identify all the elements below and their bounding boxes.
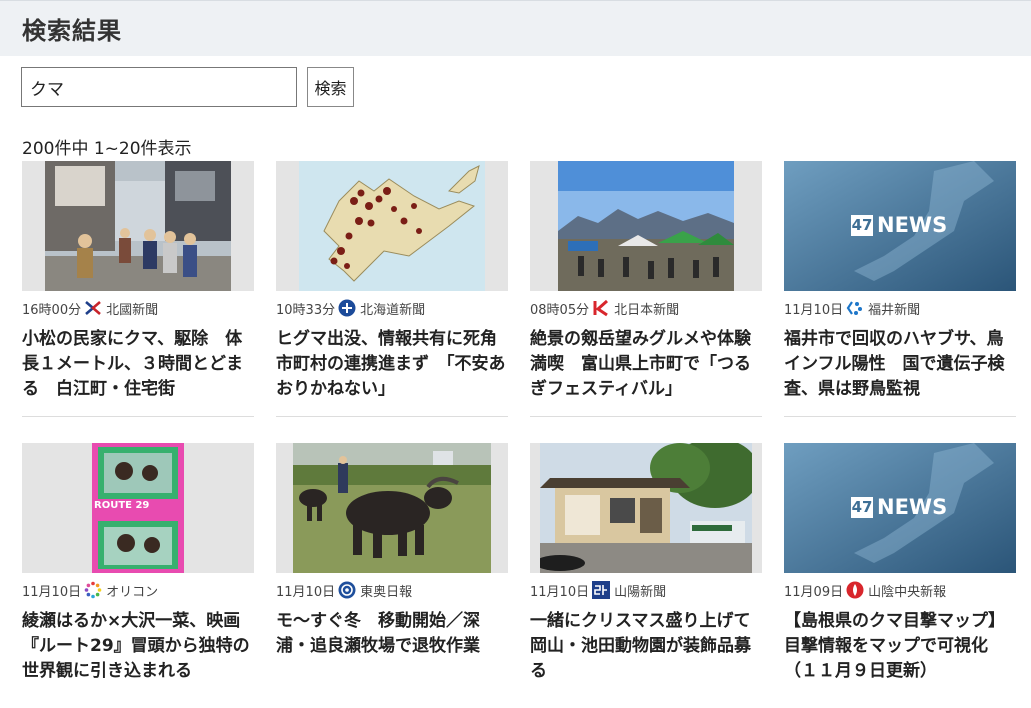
search-button[interactable]: 検索 xyxy=(307,67,354,107)
result-card[interactable]: 47 NEWS 11月09日 山陰中央新報 【島根県のクマ目撃マップ】目撃情報を… xyxy=(784,443,1016,684)
oricon-logo-icon xyxy=(84,581,102,599)
result-time: 16時00分 xyxy=(22,302,82,318)
divider xyxy=(530,416,762,417)
result-meta: 08時05分 北日本新聞 xyxy=(530,297,762,319)
47news-logo-number: 47 xyxy=(851,216,873,234)
search-input[interactable] xyxy=(21,67,297,107)
result-meta: 10時33分 北海道新聞 xyxy=(276,297,508,319)
47news-logo-text: NEWS xyxy=(877,213,948,237)
result-time: 11月10日 xyxy=(784,302,844,318)
hokkoku-logo-icon xyxy=(85,301,101,315)
result-card[interactable]: 10時33分 北海道新聞 ヒグマ出没、情報共有に死角 市町村の連携進まず 「不安… xyxy=(276,161,508,417)
result-card[interactable]: 47 NEWS 11月10日 福井新聞 福井市で回収のハヤブサ、鳥インフル陽性 … xyxy=(784,161,1016,417)
result-card[interactable]: 16時00分 北國新聞 小松の民家にクマ、駆除 体長１メートル、３時間とどまる … xyxy=(22,161,254,417)
result-meta: 11月10日 山陽新聞 xyxy=(530,579,762,601)
result-card[interactable]: 08時05分 北日本新聞 絶景の剱岳望みグルメや体験満喫 富山県上市町で「つるぎ… xyxy=(530,161,762,417)
result-meta: 11月10日 東奥日報 xyxy=(276,579,508,601)
result-thumbnail[interactable] xyxy=(530,443,762,573)
sanyo-shimbun-logo-icon xyxy=(592,581,611,599)
result-meta: 11月10日 オリコン xyxy=(22,579,254,601)
hokkaido-shimbun-logo-icon xyxy=(338,299,356,317)
result-time: 11月10日 xyxy=(276,584,336,600)
result-source: 東奥日報 xyxy=(360,584,413,600)
result-title[interactable]: ヒグマ出没、情報共有に死角 市町村の連携進まず 「不安あおりかねない」 xyxy=(276,327,508,402)
festival-mountains-photo xyxy=(558,161,734,291)
result-title[interactable]: 【島根県のクマ目撃マップ】目撃情報をマップで可視化（１１月９日更新） xyxy=(784,609,1016,684)
divider xyxy=(22,416,254,417)
search-bar: 検索 xyxy=(21,67,354,107)
divider xyxy=(784,416,1016,417)
result-thumbnail[interactable] xyxy=(276,161,508,291)
result-thumbnail[interactable]: 47 NEWS xyxy=(784,443,1016,573)
page-header: 検索結果 xyxy=(0,0,1031,56)
result-time: 11月09日 xyxy=(784,584,844,600)
result-source: 北國新聞 xyxy=(106,302,159,318)
zoo-building-photo xyxy=(540,443,752,573)
result-thumbnail[interactable]: 47 NEWS xyxy=(784,161,1016,291)
street-crowd-photo xyxy=(45,161,231,291)
water-buffalo-photo xyxy=(293,443,491,573)
result-time: 10時33分 xyxy=(276,302,336,318)
result-source: 山陽新聞 xyxy=(614,584,667,600)
toonippo-logo-icon xyxy=(338,581,356,599)
fukui-shimbun-logo-icon xyxy=(846,301,863,315)
result-meta: 16時00分 北國新聞 xyxy=(22,297,254,319)
result-title[interactable]: 小松の民家にクマ、駆除 体長１メートル、３時間とどまる 白江町・住宅街 xyxy=(22,327,254,402)
result-count: 200件中 1~20件表示 xyxy=(22,139,192,159)
result-title[interactable]: モ～すぐ冬 移動開始／深浦・追良瀬牧場で退牧作業 xyxy=(276,609,508,684)
47news-logo-number: 47 xyxy=(851,498,873,516)
results-grid: 16時00分 北國新聞 小松の民家にクマ、駆除 体長１メートル、３時間とどまる … xyxy=(22,161,1018,684)
page-title: 検索結果 xyxy=(22,17,122,45)
result-card[interactable]: 11月10日 東奥日報 モ～すぐ冬 移動開始／深浦・追良瀬牧場で退牧作業 xyxy=(276,443,508,684)
result-thumbnail[interactable] xyxy=(22,161,254,291)
result-thumbnail[interactable] xyxy=(530,161,762,291)
sanin-chuo-logo-icon xyxy=(846,581,864,599)
47news-logo-text: NEWS xyxy=(877,495,948,519)
result-source: 山陰中央新報 xyxy=(868,584,947,600)
route29-title-text: ROUTE 29 xyxy=(94,500,150,511)
result-source: 北海道新聞 xyxy=(360,302,426,318)
result-card[interactable]: 11月10日 山陽新聞 一緒にクリスマス盛り上げて 岡山・池田動物園が装飾品募る xyxy=(530,443,762,684)
result-source: 福井新聞 xyxy=(868,302,921,318)
result-thumbnail[interactable] xyxy=(276,443,508,573)
result-time: 11月10日 xyxy=(22,584,82,600)
result-meta: 11月09日 山陰中央新報 xyxy=(784,579,1016,601)
result-title[interactable]: 綾瀬はるか×大沢一菜、映画『ルート29』冒頭から独特の世界観に引き込まれる xyxy=(22,609,254,684)
divider xyxy=(276,416,508,417)
result-title[interactable]: 絶景の剱岳望みグルメや体験満喫 富山県上市町で「つるぎフェスティバル」 xyxy=(530,327,762,402)
result-card[interactable]: ROUTE 29 11月10日 オリコン 綾瀬はるか×大沢一菜、映画『ルート29… xyxy=(22,443,254,684)
kitanippon-logo-icon xyxy=(593,299,609,317)
result-title[interactable]: 一緒にクリスマス盛り上げて 岡山・池田動物園が装飾品募る xyxy=(530,609,762,684)
hokkaido-map-image xyxy=(299,161,485,291)
result-title[interactable]: 福井市で回収のハヤブサ、鳥インフル陽性 国で遺伝子検査、県は野鳥監視 xyxy=(784,327,1016,402)
result-source: オリコン xyxy=(106,584,159,600)
result-source: 北日本新聞 xyxy=(614,302,680,318)
result-meta: 11月10日 福井新聞 xyxy=(784,297,1016,319)
result-time: 08時05分 xyxy=(530,302,590,318)
result-thumbnail[interactable]: ROUTE 29 xyxy=(22,443,254,573)
result-time: 11月10日 xyxy=(530,584,590,600)
